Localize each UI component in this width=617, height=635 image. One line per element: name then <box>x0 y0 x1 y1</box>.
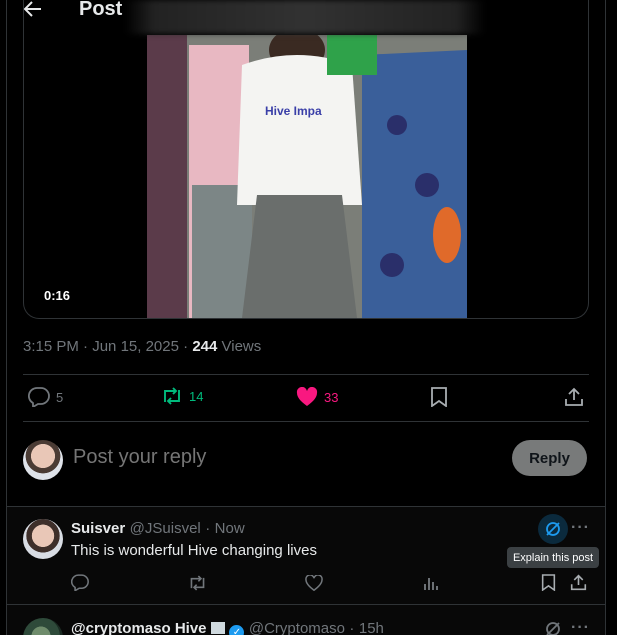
bookmark-action[interactable] <box>430 387 448 407</box>
video-frame[interactable]: Hive Impa <box>147 35 467 318</box>
repost-icon[interactable] <box>188 575 207 596</box>
action-bar: 5 14 33 <box>23 375 589 421</box>
like-action[interactable]: 33 <box>296 387 338 407</box>
back-arrow-icon[interactable] <box>22 0 44 18</box>
grok-icon[interactable] <box>544 620 562 635</box>
svg-text:Hive Impa: Hive Impa <box>265 104 322 118</box>
more-icon[interactable]: ··· <box>571 519 590 537</box>
reply-input[interactable] <box>73 446 493 469</box>
repost-count: 14 <box>189 388 204 404</box>
post-meta: 3:15 PM · Jun 15, 2025 · 244 Views <box>23 338 261 355</box>
video-player[interactable]: Hive Impa 0:16 <box>23 0 589 319</box>
heart-icon <box>296 387 318 407</box>
author-handle[interactable]: @JSuisvel <box>130 520 201 537</box>
like-count: 33 <box>324 389 339 405</box>
meta-separator: · <box>78 338 93 355</box>
time-separator: · <box>349 620 355 635</box>
reply-action[interactable]: 5 <box>28 387 63 407</box>
share-icon <box>564 387 584 407</box>
post-text: This is wonderful Hive changing lives <box>71 542 317 559</box>
views-label: Views <box>221 338 262 355</box>
divider <box>23 421 589 422</box>
video-duration: 0:16 <box>44 288 71 303</box>
avatar[interactable] <box>23 519 63 559</box>
reply-count: 5 <box>56 389 64 405</box>
author-name[interactable]: @cryptomaso Hive <box>71 620 207 635</box>
bookmark-icon <box>430 387 448 407</box>
page-title: Post <box>79 0 123 20</box>
header-blur-overlay <box>125 0 485 34</box>
post-date[interactable]: Jun 15, 2025 <box>92 338 179 355</box>
video-thumbnail: Hive Impa <box>147 35 467 318</box>
tooltip: Explain this post <box>507 547 599 568</box>
reply-post[interactable]: @cryptomaso Hive ✓ @Cryptomaso · 15h ··· <box>7 605 605 635</box>
views-count: 244 <box>192 338 218 355</box>
author-name[interactable]: Suisver <box>71 520 125 537</box>
author-handle[interactable]: @Cryptomaso <box>249 620 345 635</box>
time-separator: · <box>205 520 211 537</box>
post-time[interactable]: Now <box>215 520 245 537</box>
share-action[interactable] <box>564 387 584 407</box>
broken-image-icon <box>210 622 225 634</box>
avatar[interactable] <box>23 440 63 480</box>
share-icon[interactable] <box>570 574 587 596</box>
analytics-icon[interactable] <box>423 575 439 596</box>
reply-button[interactable]: Reply <box>512 440 587 476</box>
avatar[interactable] <box>23 618 63 635</box>
post-time[interactable]: 3:15 PM <box>23 338 79 355</box>
reply-header: @cryptomaso Hive ✓ @Cryptomaso · 15h <box>71 620 384 635</box>
header: Post <box>0 0 617 34</box>
reply-icon[interactable] <box>70 574 89 596</box>
meta-separator: · <box>178 338 193 355</box>
bookmark-icon[interactable] <box>541 574 556 596</box>
verified-icon: ✓ <box>229 625 245 635</box>
reply-header: Suisver @JSuisvel · Now <box>71 520 245 538</box>
reply-icon <box>28 387 50 407</box>
more-icon[interactable]: ··· <box>571 619 590 635</box>
repost-icon <box>161 387 183 405</box>
repost-action[interactable]: 14 <box>161 387 203 405</box>
post-time[interactable]: 15h <box>359 620 384 635</box>
grok-icon[interactable] <box>538 514 568 544</box>
heart-icon[interactable] <box>305 574 323 596</box>
